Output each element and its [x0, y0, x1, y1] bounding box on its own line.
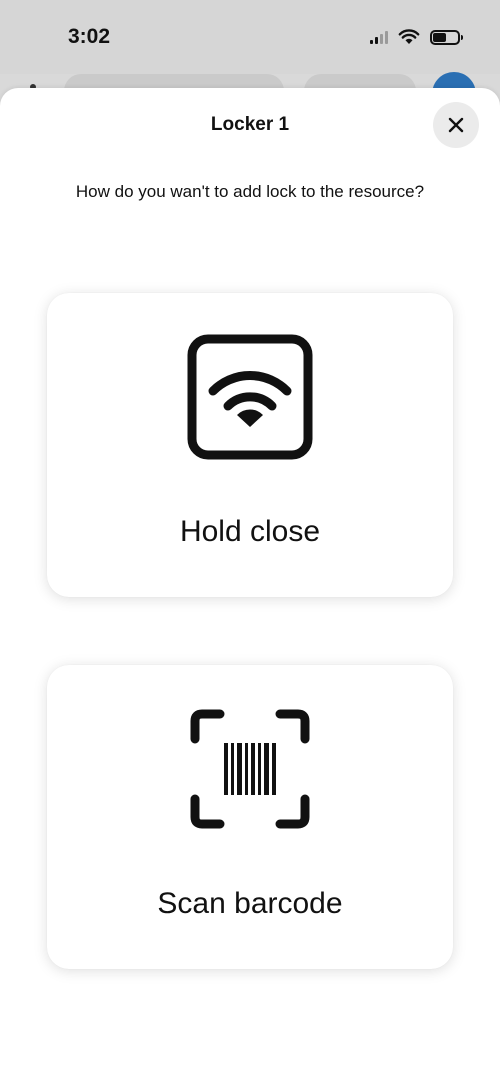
status-icons — [370, 27, 463, 47]
cellular-signal-icon — [370, 30, 388, 44]
hold-close-label: Hold close — [179, 515, 321, 548]
battery-icon — [430, 29, 463, 45]
status-bar: 3:02 — [0, 0, 500, 74]
bottom-sheet: Locker 1 How do you wan't to add lock to… — [0, 88, 500, 1082]
close-button[interactable] — [433, 102, 479, 148]
hold-close-option[interactable]: Hold close — [47, 293, 453, 597]
barcode-scan-icon — [190, 709, 310, 829]
wifi-icon — [398, 29, 420, 44]
prompt-text: How do you wan't to add lock to the reso… — [75, 182, 425, 201]
sheet-title: Locker 1 — [210, 114, 290, 135]
status-time: 3:02 — [68, 25, 111, 48]
scan-barcode-label: Scan barcode — [157, 887, 343, 920]
nfc-wireless-icon — [187, 334, 313, 460]
close-icon — [448, 117, 464, 133]
scan-barcode-option[interactable]: Scan barcode — [47, 665, 453, 969]
